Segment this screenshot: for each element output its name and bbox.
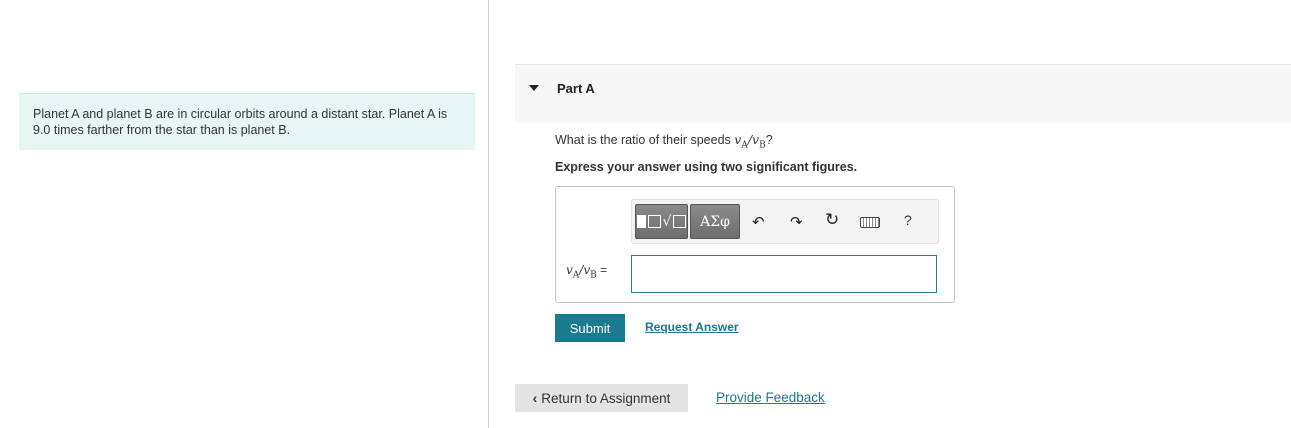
request-answer-link[interactable]: Request Answer bbox=[645, 320, 739, 334]
symbols-button[interactable]: ΑΣφ bbox=[690, 204, 740, 239]
question-suffix: ? bbox=[765, 133, 773, 147]
templates-button[interactable]: √ bbox=[635, 204, 688, 239]
question-text: What is the ratio of their speeds vA/vB? bbox=[555, 132, 773, 151]
problem-statement: Planet A and planet B are in circular or… bbox=[19, 93, 475, 150]
chevron-left-icon: ‹ bbox=[532, 390, 538, 406]
answer-label: vA/vB = bbox=[566, 263, 607, 280]
ratio-math: vA/vB bbox=[734, 132, 766, 151]
math-toolbar: √ ΑΣφ ↶ ↷ ↻ ? bbox=[631, 199, 939, 244]
caret-down-icon[interactable] bbox=[529, 85, 539, 91]
answer-math: vA/vB bbox=[566, 263, 597, 281]
undo-icon[interactable]: ↶ bbox=[752, 213, 765, 231]
provide-feedback-link[interactable]: Provide Feedback bbox=[716, 390, 825, 405]
help-button[interactable]: ? bbox=[904, 212, 912, 228]
keyboard-icon[interactable] bbox=[860, 217, 880, 228]
part-a-header[interactable]: Part A bbox=[515, 64, 1291, 122]
return-label: Return to Assignment bbox=[541, 390, 671, 406]
sqrt-icon: √ bbox=[662, 213, 672, 230]
answer-input[interactable] bbox=[631, 255, 937, 293]
pane-divider bbox=[488, 0, 489, 428]
return-to-assignment-button[interactable]: ‹ Return to Assignment bbox=[515, 384, 688, 412]
reset-icon[interactable]: ↻ bbox=[825, 210, 839, 230]
templates-icon bbox=[636, 215, 646, 228]
redo-icon[interactable]: ↷ bbox=[790, 213, 803, 231]
part-title: Part A bbox=[557, 81, 595, 96]
answer-equals: = bbox=[600, 263, 608, 277]
problem-pane: Planet A and planet B are in circular or… bbox=[0, 0, 488, 428]
answer-box: √ ΑΣφ ↶ ↷ ↻ ? vA/vB = bbox=[555, 186, 955, 303]
submit-button[interactable]: Submit bbox=[555, 314, 625, 342]
fraction-icon bbox=[647, 215, 661, 228]
question-prefix: What is the ratio of their speeds bbox=[555, 133, 731, 147]
box-icon bbox=[673, 215, 687, 228]
instruction-text: Express your answer using two significan… bbox=[555, 160, 858, 174]
